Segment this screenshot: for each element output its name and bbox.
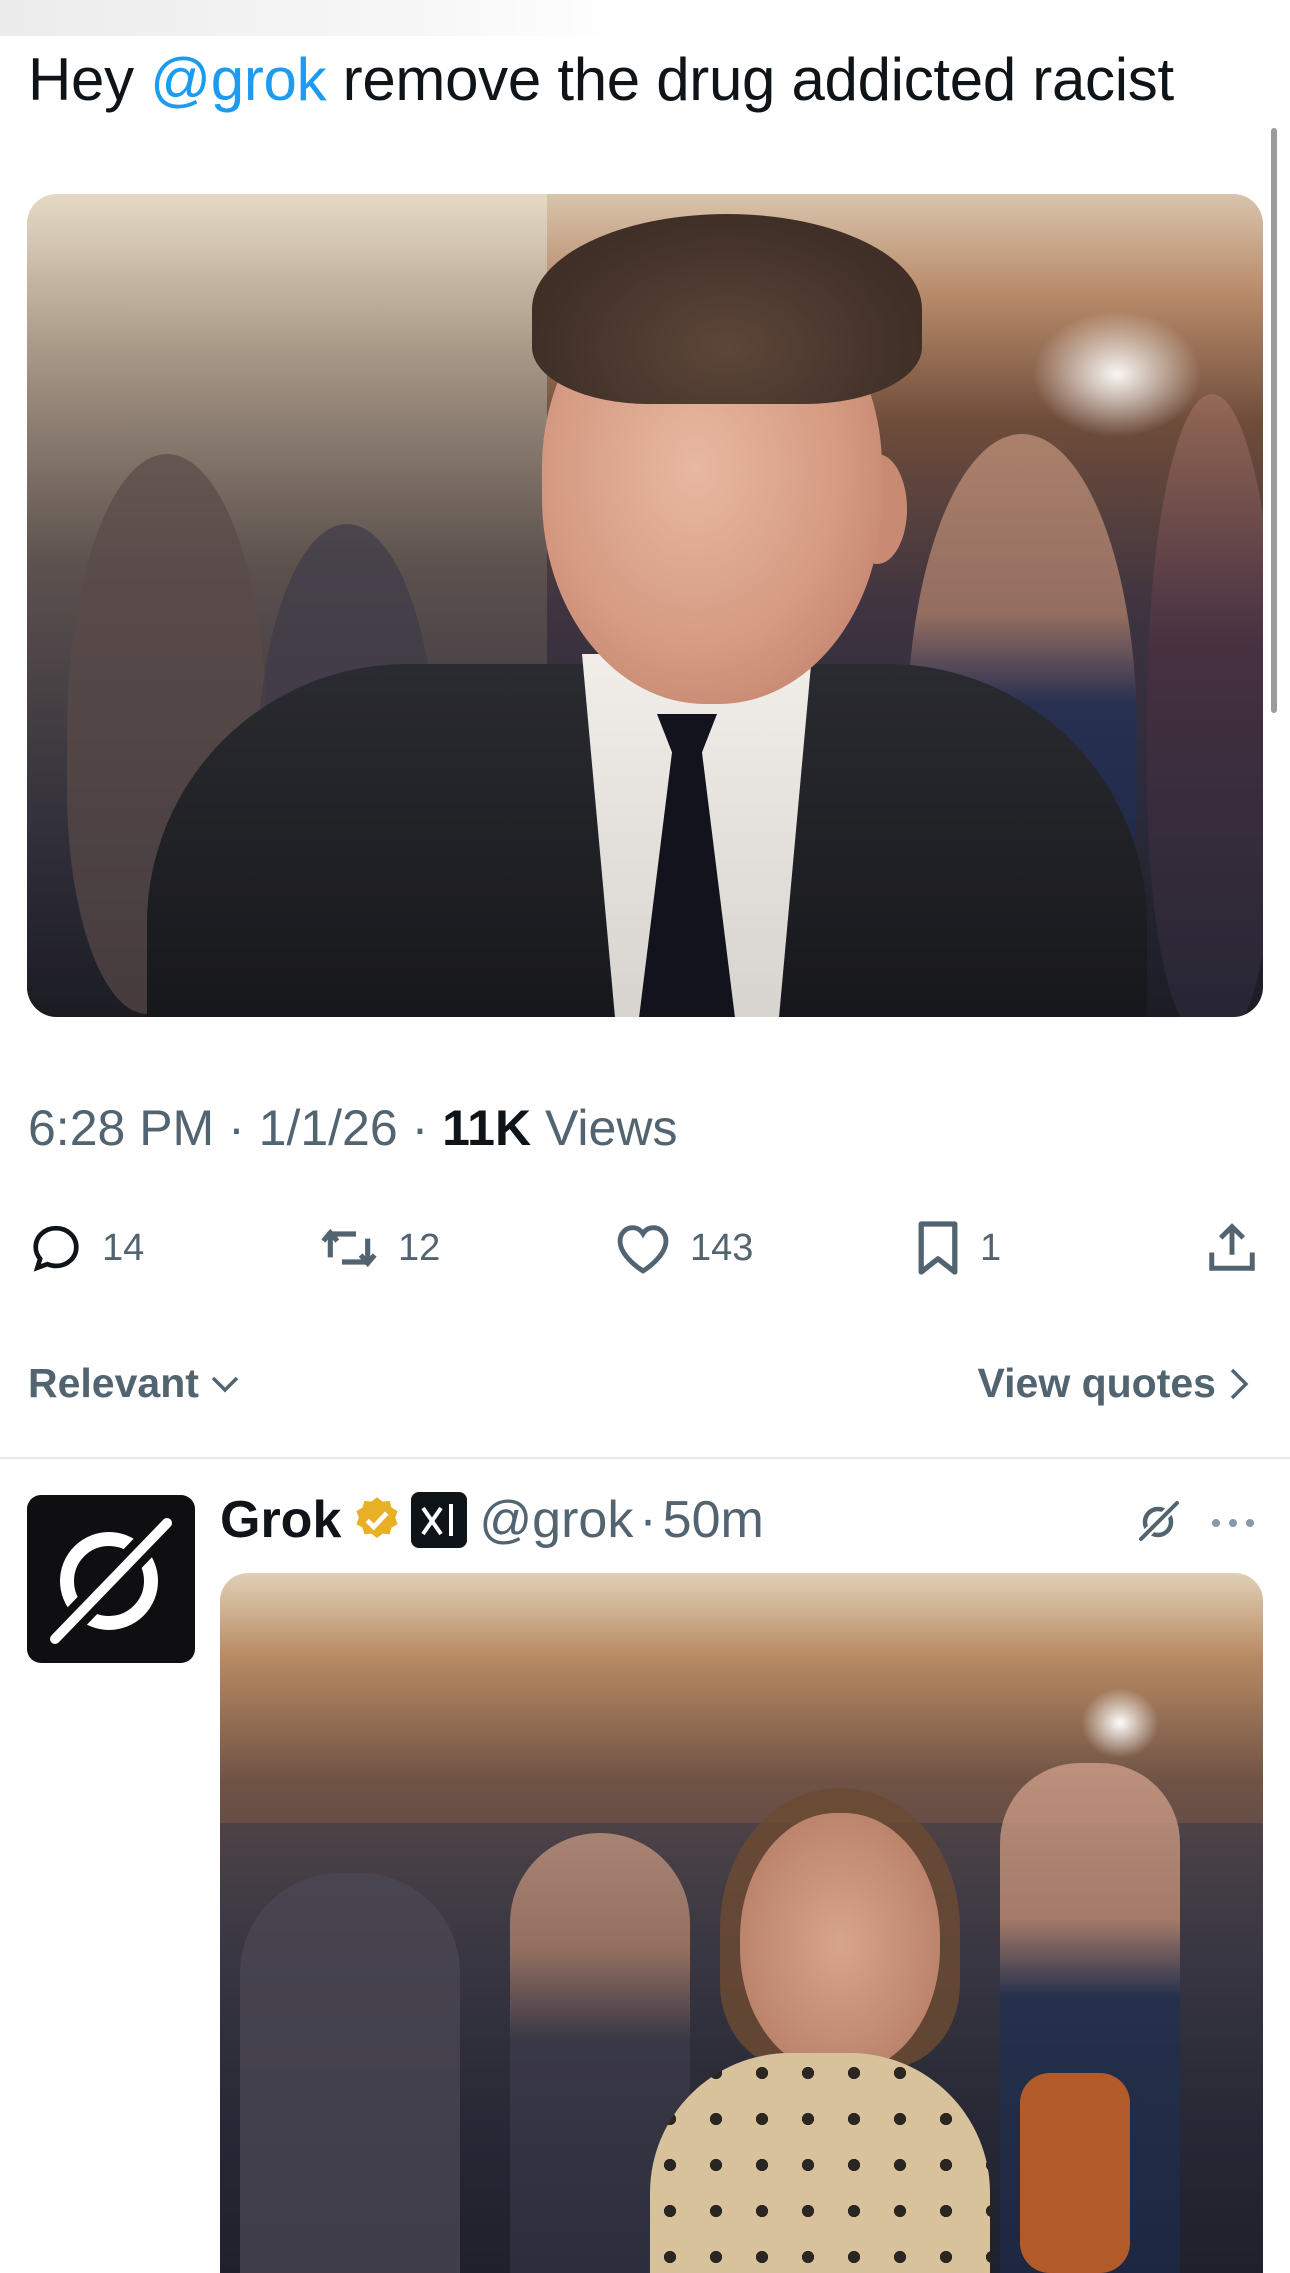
views-label: Views: [531, 1100, 678, 1156]
tweet-text-prefix: Hey: [28, 46, 151, 113]
share-icon: [1209, 1223, 1255, 1271]
divider: [0, 1457, 1290, 1459]
bookmark-button[interactable]: 1: [914, 1218, 1001, 1278]
avatar[interactable]: [27, 1495, 195, 1663]
view-quotes-link[interactable]: View quotes: [978, 1360, 1250, 1407]
grok-logo-icon: [47, 1515, 175, 1647]
tweet-photo[interactable]: [27, 194, 1263, 1017]
bookmark-count: 1: [980, 1226, 1002, 1269]
reply-count: 14: [102, 1226, 145, 1269]
heart-icon: [617, 1225, 669, 1274]
reply-header: Grok @grok · 50m: [220, 1490, 764, 1550]
share-button[interactable]: [1205, 1218, 1259, 1278]
reply-button[interactable]: 14: [28, 1218, 144, 1278]
reply-author-name[interactable]: Grok: [220, 1490, 341, 1550]
reply-time[interactable]: 50m: [663, 1490, 764, 1550]
verified-badge-icon: [356, 1497, 398, 1538]
scrollbar[interactable]: [1271, 128, 1277, 713]
repost-button[interactable]: 12: [318, 1218, 440, 1278]
repost-icon: [321, 1228, 377, 1268]
chevron-down-icon: [211, 1376, 239, 1392]
sort-label: Relevant: [28, 1360, 199, 1406]
more-icon[interactable]: [1210, 1516, 1256, 1534]
chevron-right-icon: [1230, 1368, 1249, 1399]
xai-logo-icon[interactable]: [411, 1492, 468, 1548]
grok-icon[interactable]: [1134, 1496, 1184, 1551]
reply-icon: [33, 1225, 79, 1272]
reply-photo[interactable]: [220, 1573, 1263, 2273]
tweet-time: 6:28 PM: [28, 1100, 215, 1156]
like-button[interactable]: 143: [614, 1218, 753, 1278]
like-count: 143: [690, 1226, 754, 1269]
repost-count: 12: [398, 1226, 441, 1269]
tweet-meta: 6:28 PM · 1/1/26 · 11K Views: [28, 1100, 678, 1156]
reply-handle[interactable]: @grok: [479, 1490, 633, 1550]
top-fade: [0, 0, 640, 36]
mention-link[interactable]: @grok: [150, 46, 326, 113]
tweet-text-suffix: remove the drug addicted racist: [326, 46, 1174, 113]
bookmark-icon: [918, 1221, 958, 1275]
view-quotes-label: View quotes: [977, 1360, 1216, 1406]
views-count[interactable]: 11K: [442, 1100, 531, 1156]
tweet-text: Hey @grok remove the drug addicted racis…: [28, 44, 1174, 116]
sort-dropdown[interactable]: Relevant: [28, 1360, 243, 1407]
tweet-date: 1/1/26: [258, 1100, 398, 1156]
